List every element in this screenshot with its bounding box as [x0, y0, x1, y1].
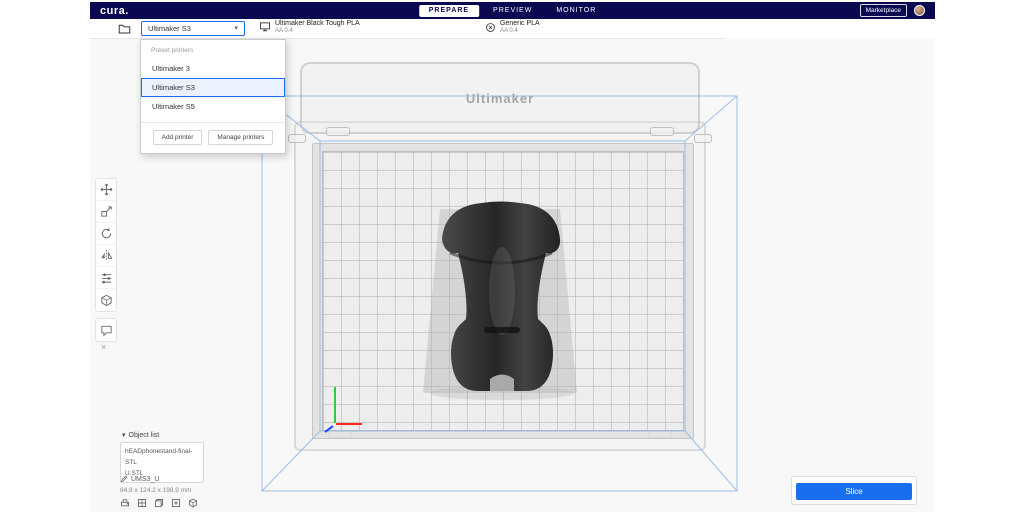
- object-list-item[interactable]: hEADphonestand-final-STL: [125, 446, 199, 468]
- scale-tool-button[interactable]: [96, 201, 116, 223]
- dropdown-footer: Add printer Manage printers: [141, 122, 285, 147]
- extruder-1-nozzle: AA 0.4: [275, 28, 360, 34]
- comment-icon: [100, 324, 113, 337]
- header-right: Marketplace: [860, 4, 925, 17]
- per-model-settings-button[interactable]: [96, 267, 116, 289]
- printer-dropdown-panel: Preset printers Ultimaker 3 Ultimaker S3…: [140, 39, 286, 154]
- tab-prepare[interactable]: PREPARE: [419, 5, 479, 17]
- cube-icon[interactable]: [188, 498, 198, 508]
- support-blocker-icon: [100, 294, 113, 307]
- object-list-toggle[interactable]: ▾ Object list: [122, 431, 159, 439]
- close-icon[interactable]: ×: [101, 342, 106, 352]
- cura-logo: cura.: [100, 5, 129, 17]
- comment-button[interactable]: [96, 319, 116, 341]
- printer-icon[interactable]: [120, 498, 130, 508]
- printer-selector[interactable]: Ultimaker S3 ▾: [141, 21, 245, 36]
- model-tools-panel: [95, 178, 117, 312]
- feedback-panel: [95, 318, 117, 342]
- marketplace-button[interactable]: Marketplace: [860, 4, 907, 17]
- object-list-label: Object list: [129, 432, 160, 439]
- manage-printers-button[interactable]: Manage printers: [208, 130, 273, 145]
- extruder-2-icon: [485, 20, 496, 38]
- avatar[interactable]: [914, 5, 925, 16]
- extruder-2-config[interactable]: Generic PLA AA 0.4: [485, 20, 540, 38]
- dropdown-section-label: Preset printers: [141, 40, 285, 59]
- support-blocker-button[interactable]: [96, 289, 116, 311]
- duplicate-icon[interactable]: [171, 498, 181, 508]
- stage-tabs: PREPARE PREVIEW MONITOR: [419, 5, 607, 17]
- open-file-icon[interactable]: [118, 22, 131, 35]
- configuration-toolbar: Ultimaker S3 ▾ Ultimaker Black Tough PLA…: [90, 19, 935, 39]
- move-icon: [100, 183, 113, 196]
- printer-selector-label: Ultimaker S3: [148, 24, 191, 33]
- chevron-down-icon: ▾: [122, 431, 126, 439]
- copy-icon[interactable]: [154, 498, 164, 508]
- printer-display-icon: [259, 20, 271, 38]
- rotate-tool-button[interactable]: [96, 223, 116, 245]
- extruder-2-material: Generic PLA: [500, 20, 540, 27]
- bottom-tools-row: [120, 498, 198, 508]
- per-model-settings-icon: [100, 271, 113, 284]
- tab-monitor[interactable]: MONITOR: [546, 5, 606, 17]
- build-plate-icon[interactable]: [137, 498, 147, 508]
- machine-name: UMS3_U: [131, 476, 159, 483]
- dropdown-item-ultimaker-3[interactable]: Ultimaker 3: [141, 59, 285, 78]
- rotate-icon: [100, 227, 113, 240]
- machine-name-row[interactable]: UMS3_U: [120, 475, 159, 483]
- dropdown-item-ultimaker-s5[interactable]: Ultimaker S5: [141, 97, 285, 116]
- move-tool-button[interactable]: [96, 179, 116, 201]
- chevron-down-icon: ▾: [234, 25, 238, 32]
- scale-icon: [100, 205, 113, 218]
- add-printer-button[interactable]: Add printer: [153, 130, 203, 145]
- rename-pencil-icon: [120, 475, 128, 483]
- dropdown-item-ultimaker-s3[interactable]: Ultimaker S3: [141, 78, 285, 97]
- extruder-2-nozzle: AA 0.4: [500, 28, 540, 34]
- cura-window: cura. PREPARE PREVIEW MONITOR Marketplac…: [90, 0, 935, 512]
- tab-preview[interactable]: PREVIEW: [483, 5, 542, 17]
- model-dimensions: 84.8 x 124.2 x 198.9 mm: [120, 487, 192, 494]
- extruder-1-config[interactable]: Ultimaker Black Tough PLA AA 0.4: [259, 20, 471, 38]
- mirror-icon: [100, 249, 113, 262]
- mirror-tool-button[interactable]: [96, 245, 116, 267]
- slice-button[interactable]: Slice: [796, 483, 912, 500]
- extruder-1-material: Ultimaker Black Tough PLA: [275, 20, 360, 27]
- header-bar: cura. PREPARE PREVIEW MONITOR Marketplac…: [90, 2, 935, 19]
- slice-panel: Slice: [791, 476, 917, 505]
